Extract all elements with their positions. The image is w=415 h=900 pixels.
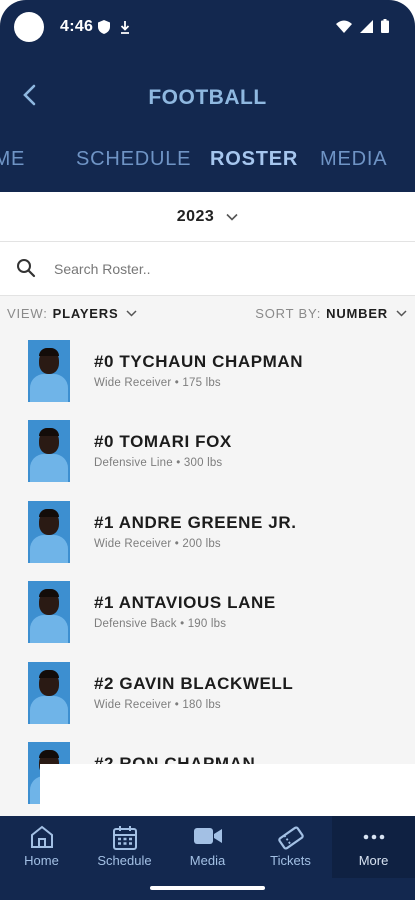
battery-icon (381, 19, 389, 38)
chevron-down-icon (126, 310, 137, 317)
sort-filter[interactable]: SORT BY: NUMBER (255, 306, 407, 321)
app-header: 4:46 FOOTBALL HOME SCHED (0, 0, 415, 192)
player-photo (28, 662, 70, 724)
download-icon (120, 20, 130, 39)
nav-schedule-label: Schedule (97, 853, 152, 868)
tab-schedule[interactable]: SCHEDULE (76, 148, 191, 171)
sort-filter-value: NUMBER (326, 306, 388, 321)
nav-schedule[interactable]: Schedule (83, 816, 166, 878)
player-details: Defensive Back • 190 lbs (94, 618, 227, 630)
view-filter-label: VIEW: (7, 306, 48, 321)
player-photo (28, 581, 70, 643)
player-details: Defensive Line • 300 lbs (94, 457, 223, 469)
chevron-down-icon (396, 310, 407, 317)
video-camera-icon (166, 825, 249, 847)
roster-list: #0 TYCHAUN CHAPMAN Wide Receiver • 175 l… (0, 330, 415, 816)
gesture-home-bar[interactable] (150, 886, 265, 890)
tab-media[interactable]: MEDIA (320, 148, 387, 171)
calendar-icon (83, 825, 166, 851)
search-input[interactable] (54, 255, 394, 283)
player-name: #0 TOMARI FOX (94, 432, 232, 451)
status-bar: 4:46 (0, 0, 415, 56)
season-year: 2023 (176, 207, 215, 225)
wifi-icon (336, 20, 352, 38)
player-row[interactable]: #0 TYCHAUN CHAPMAN Wide Receiver • 175 l… (0, 330, 415, 410)
player-photo (28, 420, 70, 482)
camera-cutout (14, 12, 44, 42)
signal-icon (360, 19, 373, 38)
nav-more[interactable]: More (332, 816, 415, 878)
tab-home[interactable]: HOME (0, 148, 25, 171)
status-time: 4:46 (60, 18, 94, 35)
loading-overlay (40, 764, 415, 816)
more-dots-icon (332, 825, 415, 849)
nav-home-label: Home (24, 853, 59, 868)
player-details: Wide Receiver • 180 lbs (94, 699, 221, 711)
player-details: Wide Receiver • 200 lbs (94, 538, 221, 550)
home-icon (0, 825, 83, 849)
view-filter-value: PLAYERS (52, 306, 119, 321)
player-photo (28, 501, 70, 563)
chevron-down-icon (226, 213, 238, 221)
player-name: #1 ANDRE GREENE JR. (94, 513, 297, 532)
ticket-icon (249, 825, 332, 851)
nav-tickets[interactable]: Tickets (249, 816, 332, 878)
season-selector[interactable]: 2023 (0, 192, 415, 242)
nav-media[interactable]: Media (166, 816, 249, 878)
tab-roster[interactable]: ROSTER (210, 148, 298, 171)
player-name: #1 ANTAVIOUS LANE (94, 593, 276, 612)
nav-more-label: More (358, 853, 389, 868)
player-row[interactable]: #1 ANTAVIOUS LANE Defensive Back • 190 l… (0, 571, 415, 651)
nav-tickets-label: Tickets (270, 853, 311, 868)
section-tabs: HOME SCHEDULE ROSTER MEDIA (0, 140, 415, 180)
player-name: #2 GAVIN BLACKWELL (94, 674, 294, 693)
nav-media-label: Media (189, 853, 226, 868)
filter-bar: VIEW: PLAYERS SORT BY: NUMBER (0, 296, 415, 330)
player-row[interactable]: #0 TOMARI FOX Defensive Line • 300 lbs (0, 410, 415, 490)
search-bar (0, 242, 415, 296)
page-title: FOOTBALL (148, 86, 267, 109)
player-photo (28, 340, 70, 402)
shield-icon (98, 20, 110, 39)
player-details: Wide Receiver • 175 lbs (94, 377, 221, 389)
search-icon (16, 258, 36, 283)
bottom-navigation: Home Schedule Media Tickets More (0, 816, 415, 900)
nav-home[interactable]: Home (0, 816, 83, 878)
sort-filter-label: SORT BY: (255, 306, 322, 321)
player-row[interactable]: #2 GAVIN BLACKWELL Wide Receiver • 180 l… (0, 652, 415, 732)
player-name: #0 TYCHAUN CHAPMAN (94, 352, 304, 371)
player-row[interactable]: #1 ANDRE GREENE JR. Wide Receiver • 200 … (0, 491, 415, 571)
view-filter[interactable]: VIEW: PLAYERS (7, 306, 137, 321)
